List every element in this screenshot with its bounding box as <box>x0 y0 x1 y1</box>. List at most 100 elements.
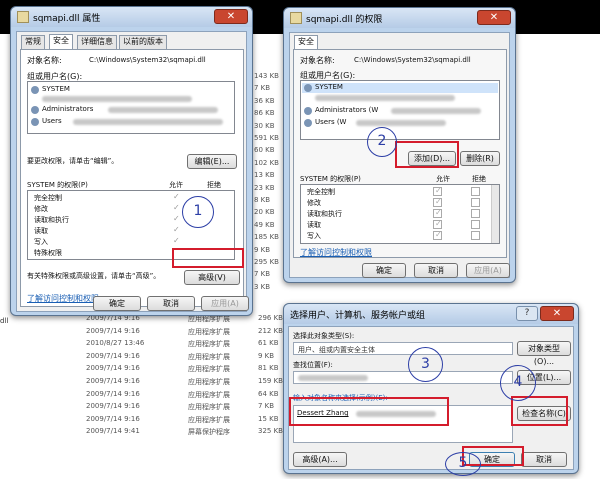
deny-checkbox[interactable] <box>471 209 480 218</box>
user-system[interactable]: SYSTEM <box>42 85 70 93</box>
table-row[interactable]: 2009/7/14 9:16 应用程序扩展 15 KB <box>0 415 300 426</box>
permissions-header: SYSTEM 的权限(P) <box>27 181 88 189</box>
select-users-titlebar[interactable]: 选择用户、计算机、服务帐户或组 ? ✕ <box>284 304 578 324</box>
permission-item: 读取和执行 <box>34 216 69 224</box>
object-types-button[interactable]: 对象类型(O)... <box>517 341 571 366</box>
user-users[interactable]: Users (W <box>315 118 346 126</box>
file-size: 102 KB <box>254 158 279 167</box>
permission-item: 读取和执行 <box>307 210 342 218</box>
close-button[interactable]: ✕ <box>477 10 511 25</box>
deny-checkbox[interactable] <box>471 231 480 240</box>
tab-details[interactable]: 详细信息 <box>77 35 117 49</box>
annotation-1: 1 <box>182 196 214 228</box>
check-icon: ✓ <box>173 214 180 223</box>
file-size: 9 KB <box>254 245 271 254</box>
object-type-field: 用户、组或内置安全主体 <box>293 342 513 355</box>
deny-header: 拒绝 <box>472 175 486 183</box>
file-type: 应用程序扩展 <box>188 390 230 399</box>
file-size: 8 KB <box>254 196 271 204</box>
file-size: 30 KB <box>254 121 275 130</box>
edit-button[interactable]: 编辑(E)... <box>187 154 237 169</box>
change-permissions-text: 要更改权限，请单击“编辑”。 <box>27 157 119 165</box>
user-icon <box>304 84 312 92</box>
file-size: 7 KB <box>254 84 271 93</box>
file-date: 2009/7/14 9:16 <box>86 402 140 411</box>
deny-checkbox[interactable] <box>471 187 480 196</box>
tab-previous-versions[interactable]: 以前的版本 <box>119 35 167 49</box>
table-row[interactable]: 2009/7/14 9:16 应用程序扩展 64 KB <box>0 390 300 401</box>
user-system[interactable]: SYSTEM <box>315 83 343 91</box>
cancel-button[interactable]: 取消 <box>414 263 458 278</box>
blurred-user <box>73 119 223 125</box>
object-name-label: 对象名称: <box>27 56 62 65</box>
apply-button[interactable]: 应用(A) <box>466 263 510 278</box>
advanced-button[interactable]: 高级(V) <box>184 270 240 285</box>
folder-icon <box>290 12 302 24</box>
object-type-label: 选择此对象类型(S): <box>293 332 355 340</box>
blurred-user <box>42 96 192 102</box>
file-type: 应用程序扩展 <box>188 403 230 412</box>
help-button[interactable]: ? <box>516 306 538 321</box>
deny-header: 拒绝 <box>207 181 221 189</box>
user-administrators[interactable]: Administrators <box>42 105 93 113</box>
highlight-names-field <box>289 397 449 426</box>
file-date: 2009/7/14 9:16 <box>86 389 140 398</box>
learn-access-control-link[interactable]: 了解访问控制和权限 <box>27 293 99 304</box>
deny-checkbox[interactable] <box>471 198 480 207</box>
object-name-value: C:\Windows\System32\sqmapi.dll <box>89 56 206 64</box>
blurred-user <box>356 120 446 126</box>
permission-item: 读取 <box>307 221 321 229</box>
permissions-scrollbar[interactable] <box>491 185 499 243</box>
blurred-user <box>108 107 218 113</box>
check-icon: ✓ <box>173 225 180 234</box>
table-row[interactable]: 2009/7/14 9:16 应用程序扩展 9 KB <box>0 352 300 363</box>
permissions-titlebar[interactable]: sqmapi.dll 的权限 ✕ <box>284 8 515 28</box>
ok-button[interactable]: 确定 <box>362 263 406 278</box>
close-button[interactable]: ✕ <box>214 9 248 24</box>
table-row[interactable]: 2009/7/14 9:16 应用程序扩展 212 KB <box>0 327 300 338</box>
allow-checkbox[interactable]: ✓ <box>433 230 442 240</box>
file-size: 15 KB <box>258 414 279 423</box>
file-size: 60 KB <box>254 146 275 155</box>
file-size: 20 KB <box>254 208 275 217</box>
file-type: 应用程序扩展 <box>188 340 230 349</box>
file-size: 591 KB <box>254 134 279 142</box>
advanced-button[interactable]: 高级(A)... <box>293 452 347 467</box>
allow-checkbox[interactable]: ✓ <box>433 186 442 196</box>
table-row[interactable]: 2009/7/14 9:16 应用程序扩展 81 KB <box>0 364 300 375</box>
ok-button[interactable]: 确定 <box>93 296 141 311</box>
deny-checkbox[interactable] <box>471 220 480 229</box>
file-size: 23 KB <box>254 183 275 192</box>
allow-checkbox[interactable]: ✓ <box>433 197 442 207</box>
user-listbox[interactable]: SYSTEM Administrators Users <box>27 81 235 134</box>
tab-general[interactable]: 常规 <box>21 35 45 49</box>
file-name-fragment: dll <box>0 317 9 325</box>
file-size: 81 KB <box>258 364 279 373</box>
permission-item: 写入 <box>34 238 48 246</box>
table-row[interactable]: 2010/8/27 13:46 应用程序扩展 61 KB <box>0 339 300 350</box>
table-row[interactable]: 2009/7/14 9:16 应用程序扩展 159 KB <box>0 377 300 388</box>
properties-titlebar[interactable]: sqmapi.dll 属性 ✕ <box>11 7 252 27</box>
remove-button[interactable]: 删除(R) <box>460 151 500 166</box>
user-administrators[interactable]: Administrators (W <box>315 106 378 114</box>
tab-security[interactable]: 安全 <box>294 35 318 50</box>
allow-checkbox[interactable]: ✓ <box>433 208 442 218</box>
table-row[interactable]: 2009/7/14 9:41 屏幕保护程序 325 KB <box>0 427 300 438</box>
perm-user-listbox[interactable]: SYSTEM Administrators (W Users (W <box>300 80 500 140</box>
file-size: 185 KB <box>254 233 279 242</box>
close-button[interactable]: ✕ <box>540 306 574 321</box>
table-row[interactable]: 2009/7/14 9:16 应用程序扩展 7 KB <box>0 402 300 413</box>
permission-item: 完全控制 <box>34 194 62 202</box>
check-icon: ✓ <box>173 236 180 245</box>
cancel-button[interactable]: 取消 <box>147 296 195 311</box>
allow-header: 允许 <box>169 181 183 189</box>
properties-client: 常规 安全 详细信息 以前的版本 对象名称: C:\Windows\System… <box>16 31 247 312</box>
allow-checkbox[interactable]: ✓ <box>433 219 442 229</box>
apply-button[interactable]: 应用(A) <box>201 296 249 311</box>
location-field <box>293 371 513 384</box>
tab-security[interactable]: 安全 <box>49 34 73 49</box>
learn-access-control-link[interactable]: 了解访问控制和权限 <box>300 247 372 258</box>
user-users[interactable]: Users <box>42 117 62 125</box>
cancel-button[interactable]: 取消 <box>521 452 567 467</box>
object-type-value: 用户、组或内置安全主体 <box>298 346 375 354</box>
